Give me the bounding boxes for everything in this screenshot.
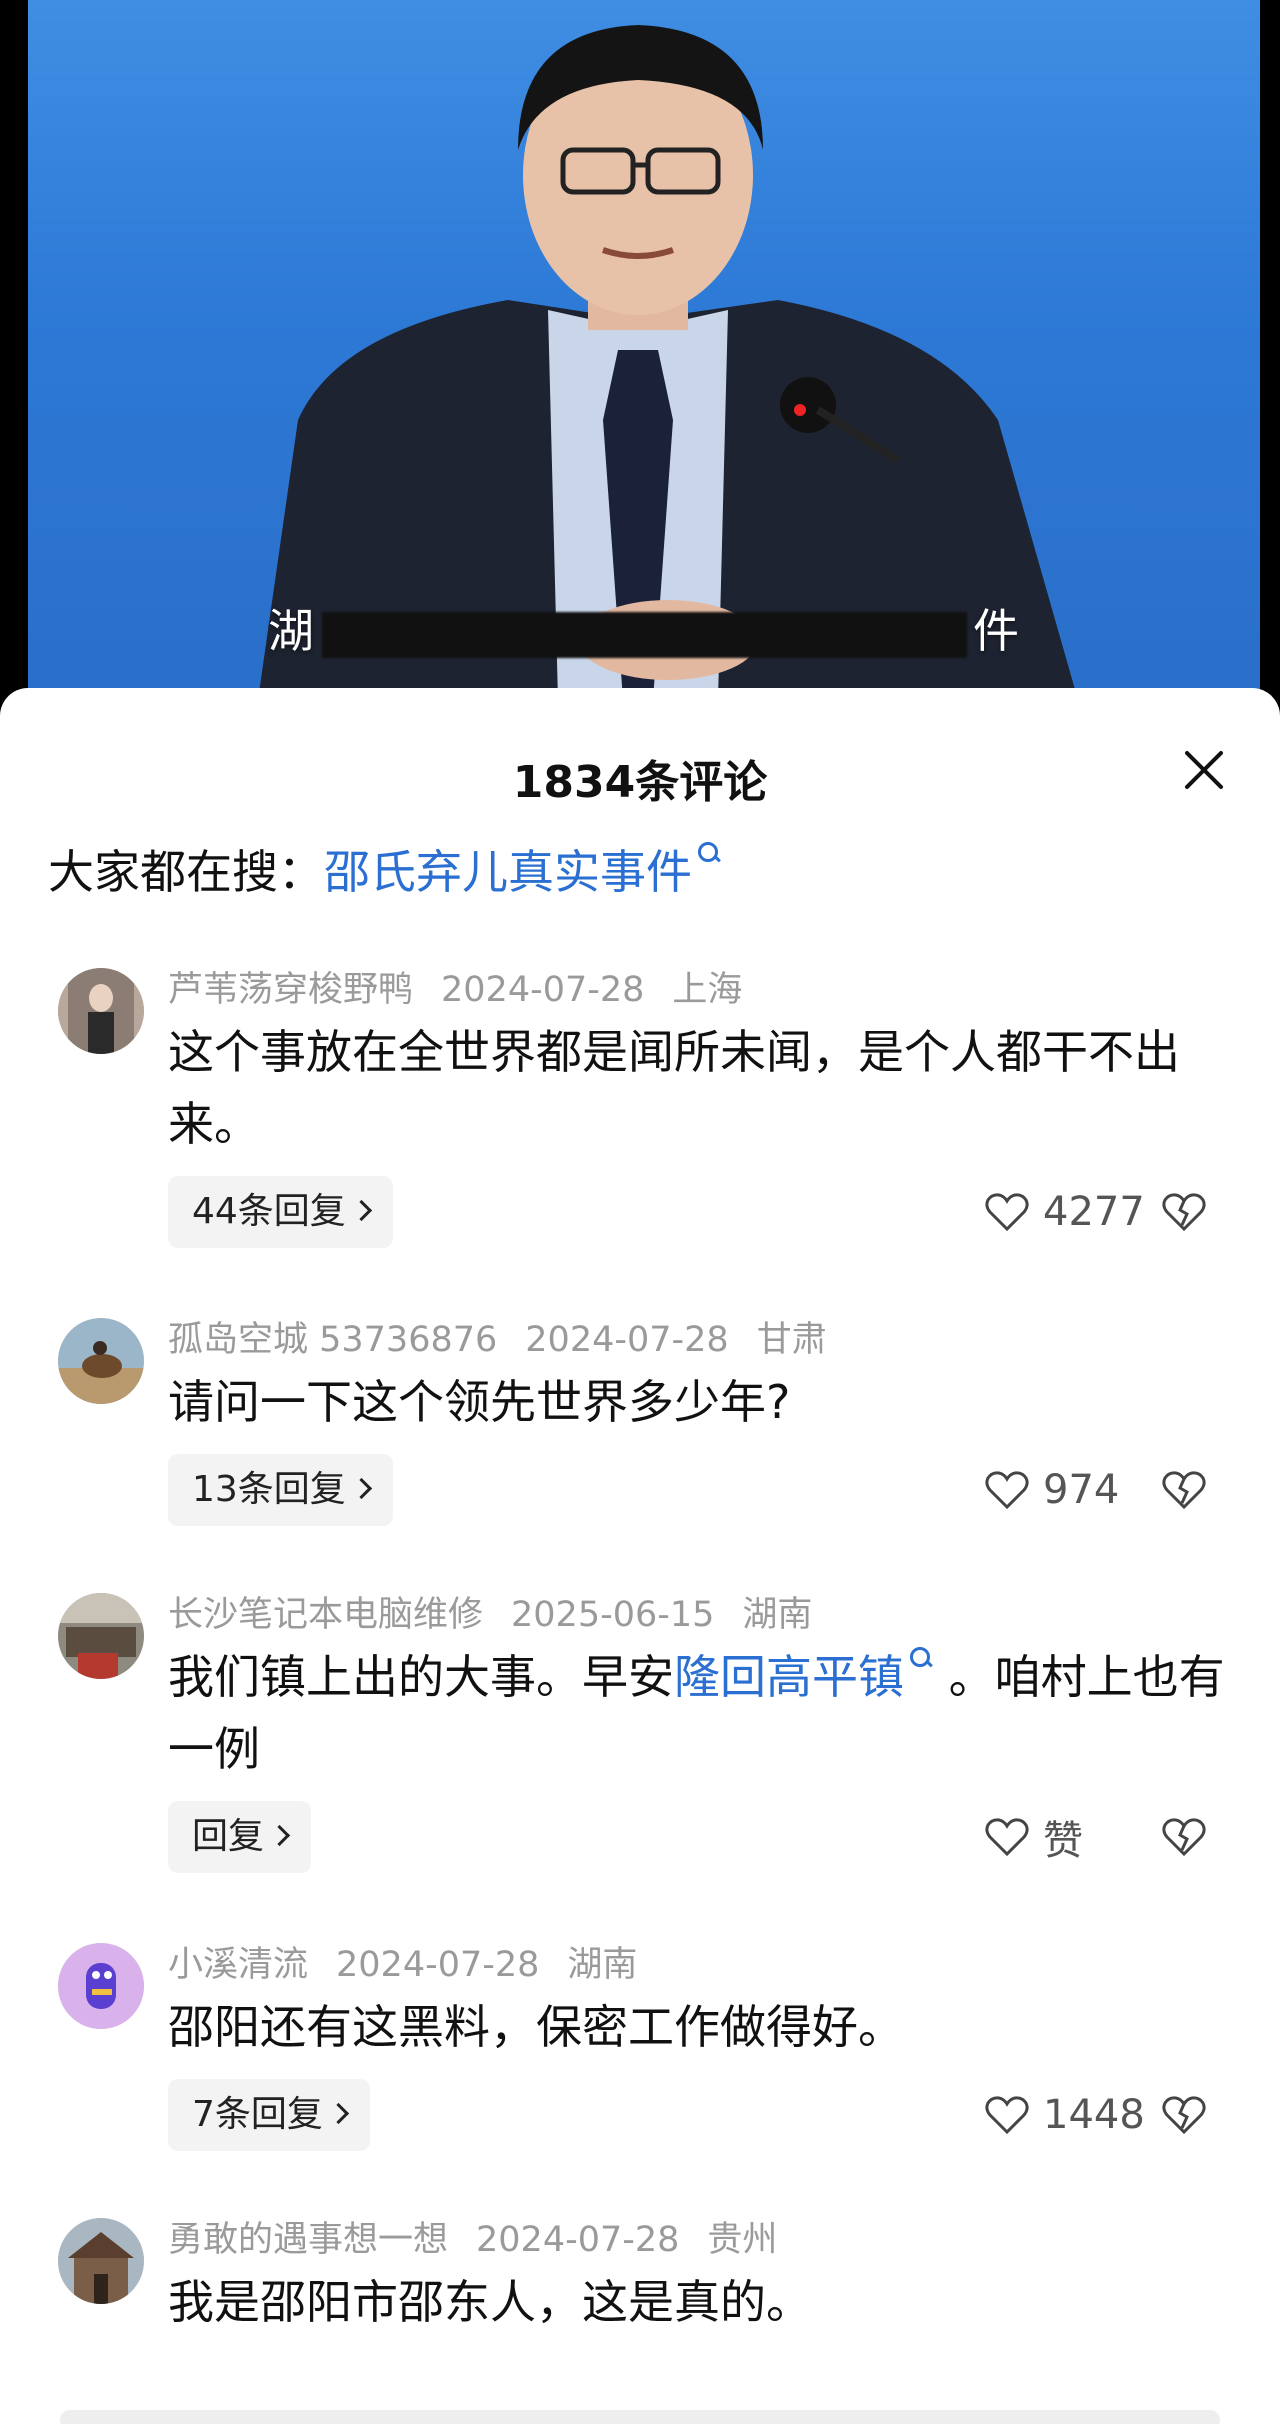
chevron-right-icon (327, 2102, 350, 2124)
comment-panel-header: 1834条评论 (0, 688, 1280, 808)
comment-text-start: 我们镇上出的大事。早安 (168, 1650, 674, 1704)
comment-meta: 长沙笔记本电脑维修 2025-06-15 湖南 (168, 1593, 840, 1637)
dislike-button[interactable] (1162, 1176, 1206, 1248)
comment-location: 贵州 (707, 2220, 778, 2260)
like-button[interactable]: 赞 (985, 1801, 1083, 1873)
chevron-right-icon (268, 1824, 291, 1846)
comment-count-title: 1834条评论 (512, 757, 768, 808)
subtitle-end: 件 (973, 604, 1021, 658)
avatar[interactable] (58, 1318, 144, 1404)
chevron-right-icon (350, 1199, 372, 1221)
comment-date: 2024-07-28 (476, 2220, 680, 2260)
reply-label: 回复 (192, 1816, 265, 1857)
dislike-button[interactable] (1162, 1801, 1206, 1873)
avatar[interactable] (58, 968, 144, 1054)
trending-search: 大家都在搜：邵氏弃儿真实事件 (48, 836, 722, 902)
comment-text: 这个事放在全世界都是闻所未闻，是个人都干不出来。 (168, 1025, 1180, 1151)
comment-date: 2025-06-15 (511, 1595, 715, 1635)
reply-label: 13条回复 (192, 1469, 346, 1510)
comment-location: 湖南 (567, 1945, 638, 1985)
broken-heart-icon (1162, 1193, 1206, 1232)
heart-outline-icon (985, 1471, 1029, 1510)
comment-text: 我是邵阳市邵东人，这是真的。 (168, 2275, 812, 2329)
comment-input-bar[interactable] (60, 2410, 1220, 2424)
comment-location: 湖南 (742, 1595, 813, 1635)
view-replies-button[interactable]: 7条回复 (168, 2079, 370, 2151)
comment-username[interactable]: 勇敢的遇事想一想 (168, 2220, 448, 2260)
view-replies-button[interactable]: 13条回复 (168, 1454, 393, 1526)
comment-text: 请问一下这个领先世界多少年? (168, 1375, 791, 1429)
comment-date: 2024-07-28 (525, 1320, 729, 1360)
like-button[interactable]: 1448 (985, 2079, 1145, 2151)
comment-location: 甘肃 (756, 1320, 827, 1360)
comment-location: 上海 (672, 970, 743, 1010)
censor-bar (322, 611, 967, 658)
avatar[interactable] (58, 1943, 144, 2029)
comment-username[interactable]: 小溪清流 (168, 1945, 308, 1985)
subtitle-start: 湖 (268, 604, 316, 658)
comment-meta: 小溪清流 2024-07-28 湖南 (168, 1943, 665, 1987)
like-count: 赞 (1043, 1818, 1083, 1864)
video-subtitle: 湖件 (268, 595, 1021, 661)
broken-heart-icon (1162, 1818, 1206, 1857)
broken-heart-icon (1162, 1471, 1206, 1510)
reply-label: 44条回复 (192, 1191, 346, 1232)
comment-text: 我们镇上出的大事。早安隆回高平镇 。咱村上也有一例 (168, 1641, 1228, 1785)
comment-username[interactable]: 长沙笔记本电脑维修 (168, 1595, 483, 1635)
video-frame: 湖件 (28, 0, 1260, 700)
avatar[interactable] (58, 1593, 144, 1679)
comment-meta: 芦苇荡穿梭野鸭 2024-07-28 上海 (168, 968, 770, 1012)
comment-date: 2024-07-28 (336, 1945, 540, 1985)
reply-label: 7条回复 (192, 2094, 323, 2135)
reply-button[interactable]: 回复 (168, 1801, 312, 1873)
avatar[interactable] (58, 2218, 144, 2304)
comment-search-link[interactable]: 隆回高平镇 (674, 1650, 904, 1704)
close-icon[interactable] (1180, 746, 1228, 794)
comment-date: 2024-07-28 (441, 970, 645, 1010)
comment-meta: 孤岛空城 53736876 2024-07-28 甘肃 (168, 1318, 855, 1362)
search-icon (696, 840, 722, 866)
like-count: 1448 (1043, 2092, 1145, 2138)
like-button[interactable]: 4277 (985, 1176, 1145, 1248)
comment-meta: 勇敢的遇事想一想 2024-07-28 贵州 (168, 2218, 805, 2262)
search-icon (908, 1645, 934, 1671)
dislike-button[interactable] (1162, 1454, 1206, 1526)
heart-outline-icon (985, 2096, 1029, 2135)
view-replies-button[interactable]: 44条回复 (168, 1176, 393, 1248)
like-count: 4277 (1043, 1189, 1145, 1235)
comment-username[interactable]: 芦苇荡穿梭野鸭 (168, 970, 413, 1010)
comment-username[interactable]: 孤岛空城 53736876 (168, 1320, 497, 1360)
dislike-button[interactable] (1162, 2079, 1206, 2151)
heart-outline-icon (985, 1818, 1029, 1857)
like-count: 974 (1043, 1467, 1120, 1513)
like-button[interactable]: 974 (985, 1454, 1119, 1526)
chevron-right-icon (350, 1477, 372, 1499)
trending-search-link[interactable]: 邵氏弃儿真实事件 (324, 845, 692, 899)
broken-heart-icon (1162, 2096, 1206, 2135)
trending-search-prefix: 大家都在搜： (48, 845, 324, 899)
comment-text: 邵阳还有这黑料，保密工作做得好。 (168, 2000, 904, 2054)
heart-outline-icon (985, 1193, 1029, 1232)
comment-panel: 1834条评论 大家都在搜：邵氏弃儿真实事件 芦苇荡穿梭野鸭 2024-07-28… (0, 688, 1280, 2424)
video-player[interactable]: 湖件 (0, 0, 1280, 700)
